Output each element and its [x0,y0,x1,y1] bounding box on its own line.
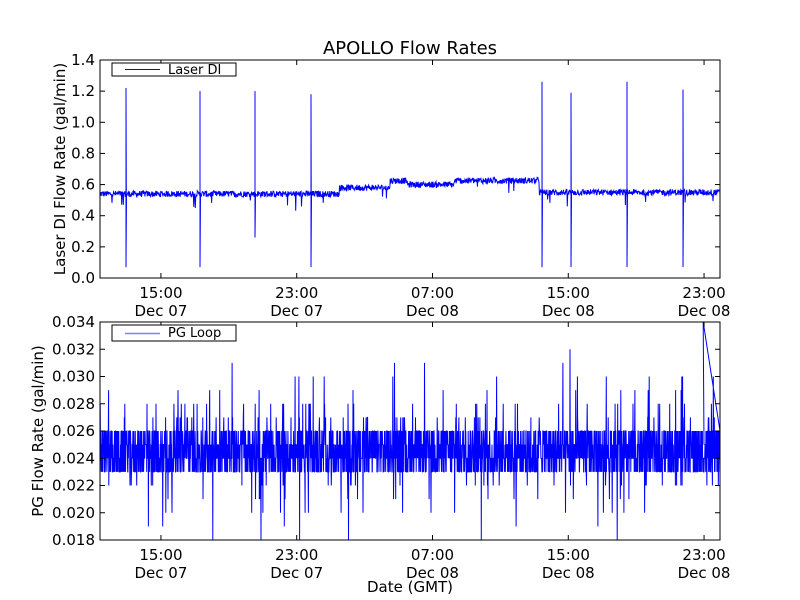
chart-title: APOLLO Flow Rates [323,38,497,59]
y-tick-label: 0.026 [52,422,95,440]
x-tick-time-label: 15:00 [139,546,182,564]
x-tick-date-label: Dec 08 [406,302,459,320]
x-tick-time-label: 23:00 [275,546,318,564]
y-tick-label: 1.0 [71,113,95,131]
x-tick-date-label: Dec 07 [270,564,323,582]
laser-di-legend: Laser DI [111,62,237,78]
y-tick-label: 0.8 [71,144,95,162]
x-tick-time-label: 23:00 [682,284,725,302]
laser-di-panel: 0.00.20.40.60.81.01.21.415:00Dec 0723:00… [71,51,730,320]
legend-label-laser-di: Laser DI [168,63,221,78]
y-tick-label: 0.022 [52,477,95,495]
x-tick-date-label: Dec 07 [134,564,187,582]
x-tick-date-label: Dec 07 [134,302,187,320]
x-tick-time-label: 23:00 [682,546,725,564]
x-tick-date-label: Dec 07 [270,302,323,320]
laser-di-line [100,81,720,268]
y-tick-label: 0.020 [52,504,95,522]
pg-loop-panel: 0.018 0.020 0.022 0.024 0.026 0.028 0.030 0.032… [52,313,730,582]
y-tick-label: 0.6 [71,176,95,194]
legend-label-pg-loop: PG Loop [168,326,221,341]
x-tick-date-label: Dec 08 [542,564,595,582]
pg-loop-line [100,322,720,540]
y-tick-label: 0.032 [52,340,95,358]
y-tick-label: 0.030 [52,368,95,386]
x-tick-date-label: Dec 08 [678,302,731,320]
x-tick-time-label: 15:00 [547,284,590,302]
y-tick-label: 1.4 [71,51,95,69]
pg-loop-legend: PG Loop [111,324,237,342]
y-tick-label: 0.034 [52,313,95,331]
x-tick-time-label: 07:00 [411,284,454,302]
x-tick-time-label: 15:00 [139,284,182,302]
y-tick-label: 0.0 [71,269,95,287]
y-tick-label: 0.028 [52,395,95,413]
x-tick-time-label: 07:00 [411,546,454,564]
y-tick-label: 0.018 [52,531,95,549]
x-tick-date-label: Dec 08 [406,564,459,582]
flow-rates-figure: APOLLO Flow Rates Laser DI Flow Rate (ga… [29,38,730,596]
x-tick-time-label: 23:00 [275,284,318,302]
y-tick-label: 1.2 [71,82,95,100]
x-tick-time-label: 15:00 [547,546,590,564]
y-tick-label: 0.024 [52,449,95,467]
y-tick-label: 0.2 [71,238,95,256]
x-tick-date-label: Dec 08 [678,564,731,582]
y-tick-label: 0.4 [71,207,95,225]
x-tick-date-label: Dec 08 [542,302,595,320]
top-y-axis-label: Laser DI Flow Rate (gal/min) [51,63,69,275]
bottom-y-axis-label: PG Flow Rate (gal/min) [29,345,47,517]
